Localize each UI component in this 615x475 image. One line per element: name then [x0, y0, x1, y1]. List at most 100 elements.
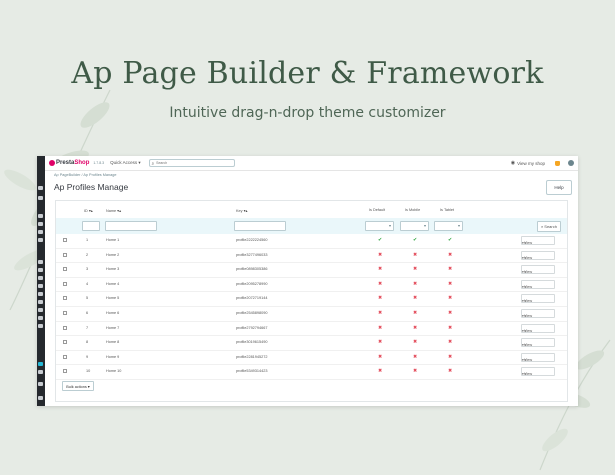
- cross-icon[interactable]: ✖: [378, 266, 382, 272]
- header-id[interactable]: ID ▾▴: [84, 208, 93, 213]
- row-checkbox[interactable]: [63, 310, 67, 315]
- sidebar-item[interactable]: [38, 268, 43, 272]
- filter-default-select[interactable]: ▾: [365, 221, 394, 231]
- chevron-down-icon[interactable]: ▾: [522, 285, 524, 289]
- filter-key-input[interactable]: [234, 221, 286, 231]
- filter-id-input[interactable]: [82, 221, 100, 231]
- chevron-down-icon[interactable]: ▾: [522, 358, 524, 362]
- cross-icon[interactable]: ✖: [378, 368, 382, 374]
- header-name[interactable]: Name ▾▴: [106, 208, 121, 213]
- cross-icon[interactable]: ✖: [413, 295, 417, 301]
- view-button[interactable]: ⌕ View ▾: [521, 352, 555, 362]
- cross-icon[interactable]: ✖: [413, 325, 417, 331]
- cross-icon[interactable]: ✖: [448, 295, 452, 301]
- header-key[interactable]: Key ▾▴: [236, 208, 247, 213]
- cross-icon[interactable]: ✖: [413, 310, 417, 316]
- cross-icon[interactable]: ✖: [448, 325, 452, 331]
- view-button[interactable]: ⌕ View ▾: [521, 265, 555, 275]
- sidebar-item[interactable]: [38, 292, 43, 296]
- row-checkbox[interactable]: [63, 281, 67, 286]
- cross-icon[interactable]: ✖: [448, 310, 452, 316]
- sidebar-item[interactable]: [38, 284, 43, 288]
- sidebar-item[interactable]: [38, 260, 43, 264]
- cross-icon[interactable]: ✖: [413, 252, 417, 258]
- check-icon[interactable]: ✔: [378, 237, 382, 243]
- table-row[interactable]: 8 Home 8 profile3019615490 ✖ ✖ ✖ ⌕ View ▾: [56, 336, 567, 351]
- table-row[interactable]: 5 Home 5 profile2072719144 ✖ ✖ ✖ ⌕ View ▾: [56, 292, 567, 307]
- row-checkbox[interactable]: [63, 340, 67, 345]
- view-button[interactable]: ⌕ View ▾: [521, 308, 555, 318]
- notifications-bell-icon[interactable]: [555, 160, 560, 166]
- check-icon[interactable]: ✔: [413, 237, 417, 243]
- cross-icon[interactable]: ✖: [378, 310, 382, 316]
- table-row[interactable]: 7 Home 7 profile2792794667 ✖ ✖ ✖ ⌕ View ▾: [56, 322, 567, 337]
- sidebar-item[interactable]: [38, 308, 43, 312]
- cross-icon[interactable]: ✖: [378, 252, 382, 258]
- cross-icon[interactable]: ✖: [448, 354, 452, 360]
- cross-icon[interactable]: ✖: [413, 266, 417, 272]
- cross-icon[interactable]: ✖: [413, 368, 417, 374]
- cross-icon[interactable]: ✖: [413, 281, 417, 287]
- chevron-down-icon[interactable]: ▾: [522, 270, 524, 274]
- sidebar-item[interactable]: [38, 396, 43, 400]
- sidebar-item[interactable]: [38, 238, 43, 242]
- chevron-down-icon[interactable]: ▾: [522, 372, 524, 376]
- row-checkbox[interactable]: [63, 369, 67, 374]
- cross-icon[interactable]: ✖: [448, 281, 452, 287]
- cross-icon[interactable]: ✖: [448, 266, 452, 272]
- sidebar-item[interactable]: [38, 196, 43, 200]
- cross-icon[interactable]: ✖: [448, 339, 452, 345]
- cross-icon[interactable]: ✖: [413, 354, 417, 360]
- sidebar-item[interactable]: [38, 370, 43, 374]
- table-row[interactable]: 10 Home 10 profile5349314423 ✖ ✖ ✖ ⌕ View ▾: [56, 365, 567, 380]
- row-checkbox[interactable]: [63, 325, 67, 330]
- row-checkbox[interactable]: [63, 267, 67, 272]
- cross-icon[interactable]: ✖: [378, 295, 382, 301]
- view-button[interactable]: ⌕ View ▾: [521, 367, 555, 377]
- sidebar-item[interactable]: [38, 276, 43, 280]
- check-icon[interactable]: ✔: [448, 237, 452, 243]
- row-checkbox[interactable]: [63, 296, 67, 301]
- row-checkbox[interactable]: [63, 252, 67, 257]
- quick-access-menu[interactable]: Quick Access ▾: [110, 160, 141, 166]
- table-row[interactable]: 2 Home 2 profile3277496033 ✖ ✖ ✖ ⌕ View ▾: [56, 249, 567, 264]
- table-row[interactable]: 6 Home 6 profile2545898090 ✖ ✖ ✖ ⌕ View ▾: [56, 307, 567, 322]
- table-row[interactable]: 9 Home 9 profile2281945272 ✖ ✖ ✖ ⌕ View ▾: [56, 351, 567, 366]
- cross-icon[interactable]: ✖: [378, 339, 382, 345]
- chevron-down-icon[interactable]: ▾: [522, 241, 524, 245]
- table-row[interactable]: 3 Home 3 profile0898305386 ✖ ✖ ✖ ⌕ View ▾: [56, 263, 567, 278]
- cross-icon[interactable]: ✖: [448, 252, 452, 258]
- view-button[interactable]: ⌕ View ▾: [521, 338, 555, 348]
- filter-tablet-select[interactable]: ▾: [434, 221, 463, 231]
- employee-avatar[interactable]: [568, 160, 574, 166]
- cross-icon[interactable]: ✖: [378, 281, 382, 287]
- view-button[interactable]: ⌕ View ▾: [521, 294, 555, 304]
- sidebar-item[interactable]: [38, 300, 43, 304]
- filter-mobile-select[interactable]: ▾: [400, 221, 429, 231]
- help-button[interactable]: Help: [546, 180, 572, 195]
- table-row[interactable]: 4 Home 4 profile2095278990 ✖ ✖ ✖ ⌕ View ▾: [56, 278, 567, 293]
- chevron-down-icon[interactable]: ▾: [522, 299, 524, 303]
- chevron-down-icon[interactable]: ▾: [522, 256, 524, 260]
- chevron-down-icon[interactable]: ▾: [522, 343, 524, 347]
- sidebar-item[interactable]: [38, 316, 43, 320]
- sidebar-item[interactable]: [38, 382, 43, 386]
- filter-name-input[interactable]: [105, 221, 157, 231]
- row-checkbox[interactable]: [63, 354, 67, 359]
- cross-icon[interactable]: ✖: [378, 354, 382, 360]
- cross-icon[interactable]: ✖: [413, 339, 417, 345]
- prestashop-logo[interactable]: PrestaShop: [49, 160, 89, 166]
- row-checkbox[interactable]: [63, 238, 67, 242]
- filter-search-button[interactable]: ⌕ Search: [537, 221, 561, 232]
- view-button[interactable]: ⌕ View ▾: [521, 250, 555, 260]
- view-button[interactable]: ⌕ View ▾: [521, 323, 555, 333]
- cross-icon[interactable]: ✖: [378, 325, 382, 331]
- sidebar-item[interactable]: [38, 230, 43, 234]
- view-my-shop-link[interactable]: View my shop: [517, 161, 545, 166]
- view-button[interactable]: ⌕ View ▾: [521, 236, 555, 245]
- sidebar-item-active[interactable]: [38, 362, 43, 366]
- sidebar-item[interactable]: [38, 186, 43, 190]
- chevron-down-icon[interactable]: ▾: [522, 314, 524, 318]
- bulk-actions-button[interactable]: Bulk actions ▾: [62, 381, 94, 391]
- cross-icon[interactable]: ✖: [448, 368, 452, 374]
